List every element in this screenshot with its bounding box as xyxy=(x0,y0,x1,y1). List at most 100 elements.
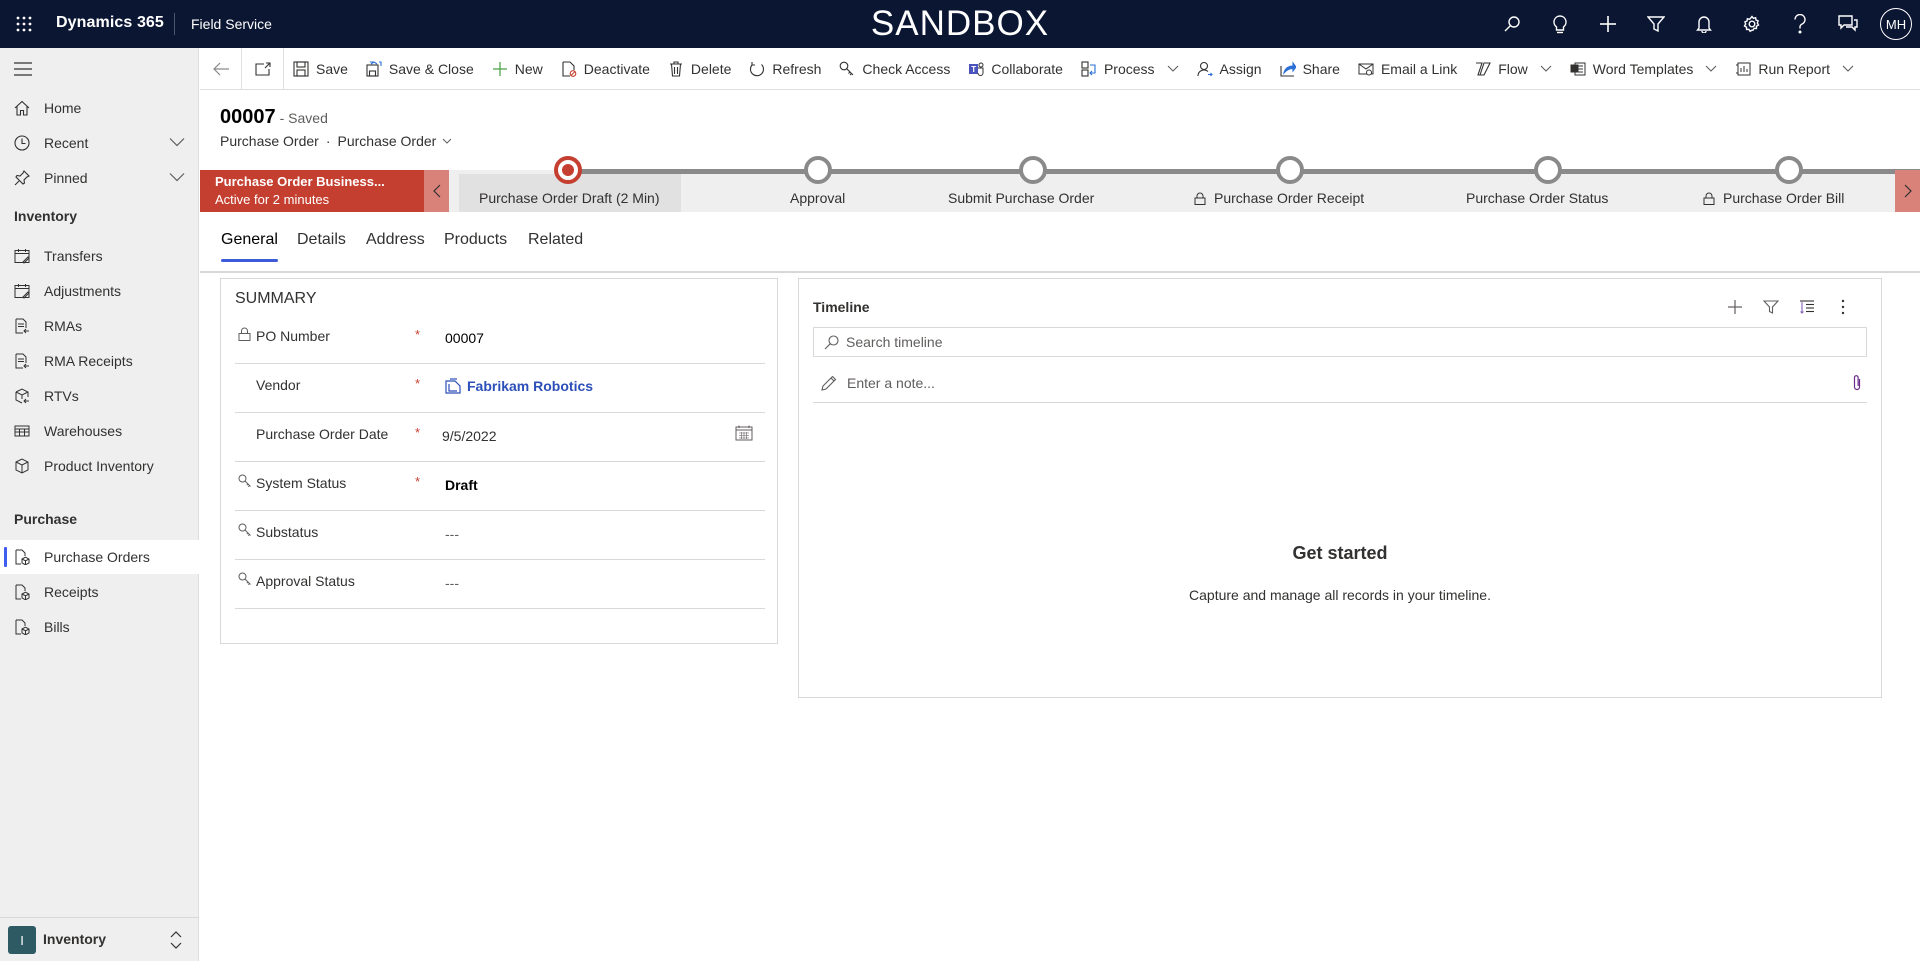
assign-button[interactable]: Assign xyxy=(1188,48,1271,89)
tab-general[interactable]: General xyxy=(221,231,278,262)
sidebar-item-receipts[interactable]: Receipts xyxy=(0,575,199,609)
field-purchase-order-date[interactable]: Purchase Order Date * 9/5/2022 xyxy=(235,413,765,462)
avatar[interactable]: MH xyxy=(1880,8,1912,40)
calendar-edit-icon xyxy=(14,283,30,299)
field-approval-status[interactable]: Approval Status --- xyxy=(235,560,765,609)
gear-icon[interactable] xyxy=(1728,0,1776,48)
search-icon[interactable] xyxy=(1488,0,1536,48)
sidebar-item-recent[interactable]: Recent xyxy=(0,126,199,160)
sidebar-item-rtvs[interactable]: RTVs xyxy=(0,379,199,413)
chevron-down-icon xyxy=(1540,65,1552,72)
process-button[interactable]: Process xyxy=(1072,48,1188,89)
process-label: Process xyxy=(1103,60,1155,77)
lightbulb-icon[interactable] xyxy=(1536,0,1584,48)
command-bar: Save Save & Close New Deactivate Delete … xyxy=(200,48,1920,90)
app-name[interactable]: Field Service xyxy=(191,16,272,32)
chevron-left-icon xyxy=(432,184,440,198)
sidebar-item-home[interactable]: Home xyxy=(0,91,199,125)
bpf-process-flyout[interactable]: Purchase Order Business... Active for 2 … xyxy=(200,170,424,212)
back-button[interactable] xyxy=(200,48,242,89)
run-report-button[interactable]: Run Report xyxy=(1726,48,1863,89)
bpf-stage-approval[interactable]: Approval xyxy=(790,156,890,212)
share-button[interactable]: Share xyxy=(1271,48,1349,89)
bell-icon[interactable] xyxy=(1680,0,1728,48)
form-name: Purchase Order xyxy=(337,133,437,149)
field-vendor[interactable]: Vendor * Fabrikam Robotics xyxy=(235,364,765,413)
field-system-status[interactable]: System Status * Draft xyxy=(235,462,765,511)
timeline-add-button[interactable] xyxy=(1717,295,1753,319)
bpf-stage-purchase-order-status[interactable]: Purchase Order Status xyxy=(1466,156,1616,212)
bpf-stage-purchase-order-draft[interactable]: Purchase Order Draft (2 Min) xyxy=(459,156,681,212)
deactivate-icon xyxy=(562,60,577,77)
sidebar-item-label: Purchase Orders xyxy=(44,549,150,565)
chat-icon[interactable] xyxy=(1824,0,1872,48)
field-label: Approval Status xyxy=(256,573,355,589)
timeline-empty-title: Get started xyxy=(1292,543,1388,563)
bpf-prev-button[interactable] xyxy=(424,170,449,212)
date-value[interactable]: 9/5/2022 xyxy=(442,428,497,444)
field-po-number[interactable]: PO Number * 00007 xyxy=(235,315,765,364)
save-button[interactable]: Save xyxy=(284,48,357,89)
timeline-note-composer xyxy=(813,365,1867,403)
field-label: PO Number xyxy=(256,328,330,344)
timeline-filter-button[interactable] xyxy=(1753,295,1789,319)
timeline-empty-subtitle: Capture and manage all records in your t… xyxy=(1189,587,1491,603)
tab-details[interactable]: Details xyxy=(297,231,346,261)
sidebar-item-purchase-orders[interactable]: Purchase Orders xyxy=(0,540,199,574)
calendar-icon[interactable] xyxy=(735,425,753,441)
sidebar-item-bills[interactable]: Bills xyxy=(0,610,199,644)
word-templates-button[interactable]: Word Templates xyxy=(1561,48,1727,89)
timeline-more-button[interactable] xyxy=(1825,295,1861,319)
sidebar-item-adjustments[interactable]: Adjustments xyxy=(0,274,199,308)
lock-icon xyxy=(1194,192,1206,205)
new-button[interactable]: New xyxy=(483,48,552,89)
field-substatus[interactable]: Substatus --- xyxy=(235,511,765,560)
bpf-stage-purchase-order-bill[interactable]: Purchase Order Bill xyxy=(1703,156,1863,212)
field-label: System Status xyxy=(256,475,347,491)
save-and-close-button[interactable]: Save & Close xyxy=(357,48,483,89)
plus-icon[interactable] xyxy=(1584,0,1632,48)
bpf-stage-marker xyxy=(1019,156,1047,184)
tab-products[interactable]: Products xyxy=(444,231,507,261)
delete-button[interactable]: Delete xyxy=(659,48,740,89)
field-value: 00007 xyxy=(445,330,484,346)
bpf-stage-label: Approval xyxy=(790,190,846,206)
sidebar-item-pinned[interactable]: Pinned xyxy=(0,161,199,195)
lock-icon xyxy=(1703,192,1715,205)
teams-icon: T xyxy=(969,62,984,76)
form-selector[interactable]: Purchase Order xyxy=(338,133,453,149)
filter-icon[interactable] xyxy=(1632,0,1680,48)
chevron-down-icon[interactable] xyxy=(169,172,185,184)
timeline-search-input[interactable] xyxy=(846,328,1856,356)
open-new-window-button[interactable] xyxy=(242,48,284,89)
tab-related[interactable]: Related xyxy=(528,231,583,261)
timeline-note-input[interactable] xyxy=(847,369,1807,397)
app-launcher-icon[interactable] xyxy=(12,12,36,36)
flow-button[interactable]: Flow xyxy=(1466,48,1561,89)
bpf-stage-purchase-order-receipt[interactable]: Purchase Order Receipt xyxy=(1194,156,1374,212)
sidebar-item-product-inventory[interactable]: Product Inventory xyxy=(0,449,199,483)
deactivate-label: Deactivate xyxy=(583,60,650,77)
help-icon[interactable] xyxy=(1776,0,1824,48)
refresh-button[interactable]: Refresh xyxy=(740,48,830,89)
sort-icon xyxy=(1800,300,1814,314)
email-link-button[interactable]: Email a Link xyxy=(1349,48,1466,89)
deactivate-button[interactable]: Deactivate xyxy=(552,48,659,89)
brand-name[interactable]: Dynamics 365 xyxy=(56,14,164,32)
vendor-lookup-link[interactable]: Fabrikam Robotics xyxy=(445,378,593,394)
area-switcher[interactable]: I Inventory xyxy=(0,917,199,961)
bpf-stage-submit-purchase-order[interactable]: Submit Purchase Order xyxy=(948,156,1108,212)
timeline-sort-button[interactable] xyxy=(1789,295,1825,319)
sidebar-item-transfers[interactable]: Transfers xyxy=(0,239,199,273)
chevron-down-icon[interactable] xyxy=(169,137,185,149)
check-access-button[interactable]: Check Access xyxy=(830,48,959,89)
sidebar-item-warehouses[interactable]: Warehouses xyxy=(0,414,199,448)
paperclip-icon[interactable] xyxy=(1851,374,1863,392)
sidebar-item-rmas[interactable]: RMAs xyxy=(0,309,199,343)
tab-address[interactable]: Address xyxy=(366,231,425,261)
sidebar-item-rma-receipts[interactable]: RMA Receipts xyxy=(0,344,199,378)
collaborate-button[interactable]: T Collaborate xyxy=(959,48,1072,89)
hamburger-menu-icon[interactable] xyxy=(14,62,32,76)
bpf-next-button[interactable] xyxy=(1895,170,1920,212)
required-marker: * xyxy=(415,327,421,342)
